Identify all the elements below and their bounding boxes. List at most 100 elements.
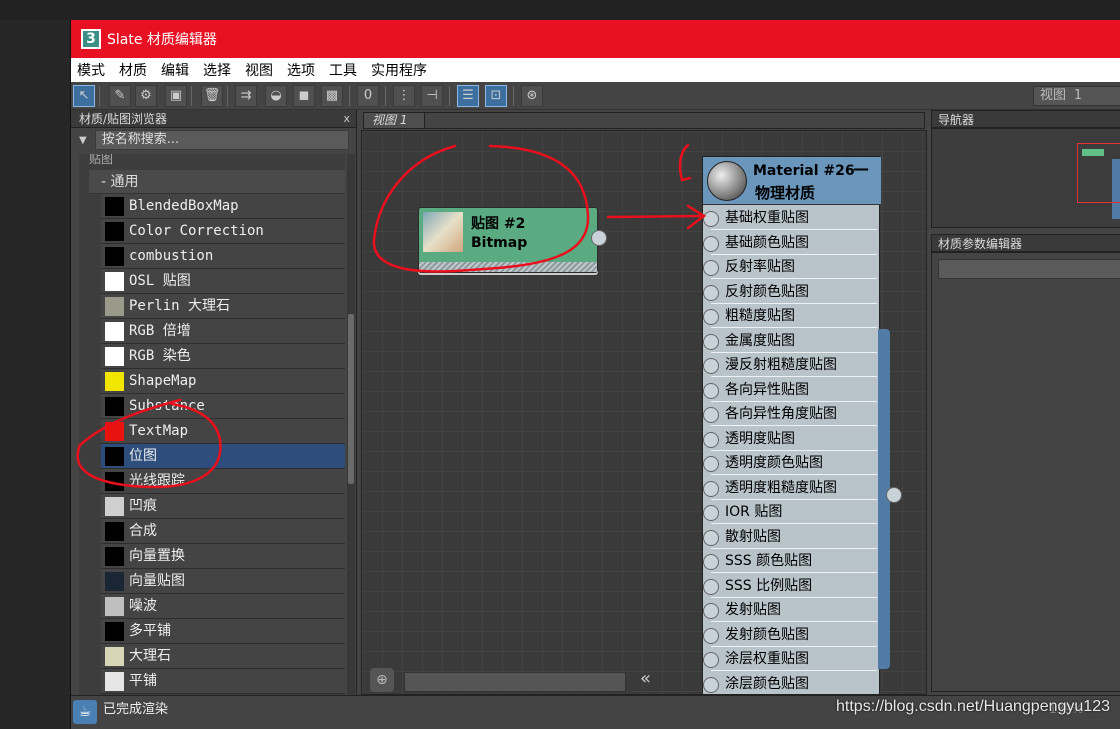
material-slot[interactable]: 发射贴图 <box>703 599 877 622</box>
input-socket[interactable] <box>703 260 719 276</box>
input-socket[interactable] <box>703 505 719 521</box>
list-item[interactable]: 向量贴图 <box>101 569 345 594</box>
input-socket[interactable] <box>703 554 719 570</box>
material-slot[interactable]: 各向异性贴图 <box>703 379 877 402</box>
title-bar[interactable]: 3 Slate 材质编辑器 <box>71 20 1120 58</box>
teapot-icon[interactable]: ☕ <box>73 700 97 724</box>
list-item[interactable]: 噪波 <box>101 594 345 619</box>
chevron-down-icon[interactable]: ▼ <box>79 135 87 146</box>
material-output-socket[interactable] <box>886 487 902 503</box>
menu-item[interactable]: 实用程序 <box>371 60 427 80</box>
input-socket[interactable] <box>703 211 719 227</box>
material-slot[interactable]: 金属度贴图 <box>703 330 877 353</box>
zoom-icon[interactable]: ⊕ <box>370 668 394 692</box>
collapse-button[interactable]: « <box>640 668 651 689</box>
select-by-material-icon[interactable]: ⊛ <box>521 85 543 107</box>
category-header-general[interactable]: - 通用 <box>89 170 345 194</box>
input-socket[interactable] <box>703 358 719 374</box>
input-socket[interactable] <box>703 480 719 497</box>
list-item[interactable]: ShapeMap <box>101 369 345 394</box>
hide-icon[interactable]: ◒ <box>265 85 287 107</box>
layout-children-icon[interactable]: ⊣ <box>421 85 443 107</box>
material-slot[interactable]: 反射颜色贴图 <box>703 281 877 304</box>
list-item[interactable]: 平铺 <box>101 669 345 694</box>
menu-item[interactable]: 视图 <box>245 60 273 80</box>
list-item[interactable]: 多平铺 <box>101 619 345 644</box>
list-item[interactable]: BlendedBoxMap <box>101 194 345 219</box>
assign-material-icon[interactable]: ▣ <box>165 85 187 107</box>
list-item[interactable]: 凹痕 <box>101 494 345 519</box>
input-socket[interactable] <box>703 284 719 301</box>
list-item[interactable]: 大理石 <box>101 644 345 669</box>
bitmap-output-socket[interactable] <box>591 230 607 246</box>
search-field[interactable] <box>404 672 626 692</box>
list-item[interactable]: TextMap <box>101 419 345 444</box>
node-resize-grip[interactable] <box>419 262 597 272</box>
material-slot[interactable]: 透明度颜色贴图 <box>703 452 877 475</box>
input-socket[interactable] <box>703 235 719 252</box>
navigator-view-frame[interactable] <box>1077 143 1120 203</box>
list-item[interactable]: Perlin 大理石 <box>101 294 345 319</box>
material-slot[interactable]: 涂层权重贴图 <box>703 648 877 671</box>
material-slot[interactable]: 各向异性角度贴图 <box>703 403 877 426</box>
input-socket[interactable] <box>703 627 719 644</box>
input-socket[interactable] <box>703 652 719 668</box>
material-slot[interactable]: SSS 比例贴图 <box>703 575 877 598</box>
input-socket[interactable] <box>703 456 719 472</box>
input-socket[interactable] <box>703 309 719 325</box>
list-item[interactable]: 光线跟踪 <box>101 469 345 494</box>
move-children-icon[interactable]: ⇉ <box>235 85 257 107</box>
node-view-canvas[interactable]: 贴图 #2 Bitmap Material #26 物理材质 — 基础权重贴图基… <box>361 130 927 695</box>
list-item[interactable]: RGB 倍增 <box>101 319 345 344</box>
show-shaded-icon[interactable]: ◼ <box>293 85 315 107</box>
zero-button[interactable]: 0 <box>357 85 379 107</box>
material-slot[interactable]: 漫反射粗糙度贴图 <box>703 354 877 377</box>
material-slot[interactable]: 基础颜色贴图 <box>703 232 877 255</box>
navigator-icon[interactable]: ⊡ <box>485 85 507 107</box>
scrollbar-thumb[interactable] <box>348 314 354 484</box>
input-socket[interactable] <box>703 529 719 546</box>
input-socket[interactable] <box>703 676 719 693</box>
input-socket[interactable] <box>703 333 719 350</box>
eyedropper-icon[interactable]: ✎ <box>109 85 131 107</box>
list-item[interactable]: OSL 贴图 <box>101 269 345 294</box>
material-slot[interactable]: 基础权重贴图 <box>703 207 877 230</box>
list-item[interactable]: Color Correction <box>101 219 345 244</box>
material-slot[interactable]: 透明度粗糙度贴图 <box>703 477 877 500</box>
select-arrow-icon[interactable]: ↖ <box>73 85 95 107</box>
list-item[interactable]: RGB 染色 <box>101 344 345 369</box>
material-node-header[interactable]: Material #26 物理材质 — <box>703 157 881 205</box>
bitmap-node[interactable]: 贴图 #2 Bitmap <box>418 207 607 273</box>
menu-item[interactable]: 工具 <box>329 60 357 80</box>
physical-material-node[interactable]: Material #26 物理材质 — 基础权重贴图 基础颜色贴图 反射率贴图 反射颜… <box>702 156 881 695</box>
navigator-panel[interactable] <box>931 128 1120 228</box>
tab-view-1[interactable]: 视图 1 <box>363 112 425 129</box>
material-slot[interactable]: 粗糙度贴图 <box>703 305 877 328</box>
input-socket[interactable] <box>703 407 719 423</box>
list-item[interactable]: 合成 <box>101 519 345 544</box>
list-item[interactable]: combustion <box>101 244 345 269</box>
input-socket[interactable] <box>703 603 719 619</box>
material-slot[interactable]: 发射颜色贴图 <box>703 624 877 647</box>
search-input[interactable]: 按名称搜索... <box>94 130 349 150</box>
delete-icon[interactable]: 🗑 <box>201 85 223 107</box>
browser-scrollbar[interactable] <box>347 154 355 695</box>
menu-item[interactable]: 选择 <box>203 60 231 80</box>
material-slot[interactable]: 透明度贴图 <box>703 428 877 451</box>
background-icon[interactable]: ▩ <box>321 85 343 107</box>
view-select[interactable]: 视图 1 <box>1033 86 1120 106</box>
list-item[interactable]: 位图 <box>101 444 345 469</box>
input-socket[interactable] <box>703 578 719 595</box>
parameter-editor-icon[interactable]: ☰ <box>457 85 479 107</box>
parameter-field[interactable] <box>938 259 1120 279</box>
menu-item[interactable]: 模式 <box>77 60 105 80</box>
input-socket[interactable] <box>703 382 719 399</box>
menu-item[interactable]: 编辑 <box>161 60 189 80</box>
material-slot[interactable]: SSS 颜色贴图 <box>703 550 877 573</box>
browser-close-button[interactable]: x <box>343 110 350 128</box>
pick-material-icon[interactable]: ⚙ <box>135 85 157 107</box>
list-item[interactable]: Substance <box>101 394 345 419</box>
input-socket[interactable] <box>703 431 719 448</box>
collapse-node-button[interactable]: — <box>853 159 869 178</box>
material-slot[interactable]: 涂层颜色贴图 <box>703 673 877 695</box>
